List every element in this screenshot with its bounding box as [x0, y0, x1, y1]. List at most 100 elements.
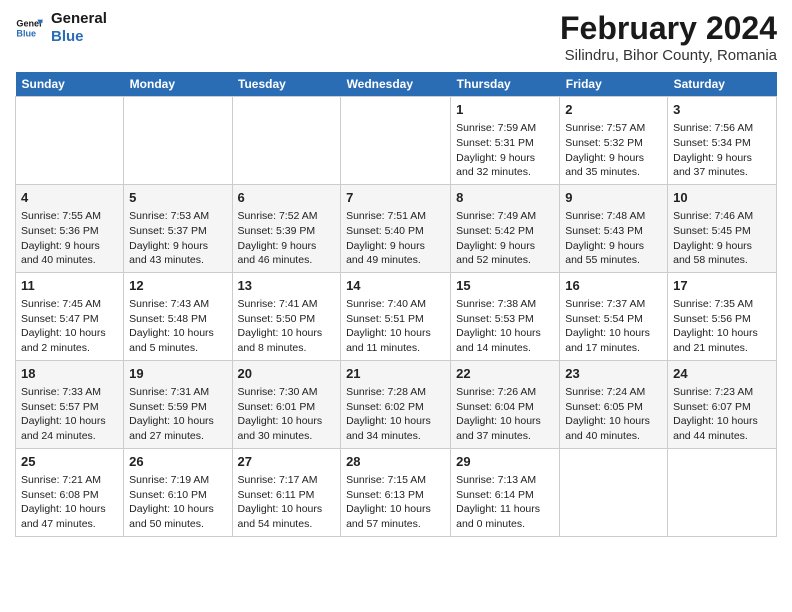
- cell-content: Sunrise: 7:59 AMSunset: 5:31 PMDaylight:…: [456, 121, 554, 180]
- logo-icon: General Blue: [15, 14, 43, 42]
- cell-content: Sunrise: 7:41 AMSunset: 5:50 PMDaylight:…: [238, 297, 336, 356]
- cell-content: Sunrise: 7:40 AMSunset: 5:51 PMDaylight:…: [346, 297, 445, 356]
- week-row-3: 11Sunrise: 7:45 AMSunset: 5:47 PMDayligh…: [16, 272, 777, 360]
- day-number: 29: [456, 453, 554, 471]
- calendar-cell: 26 Sunrise: 7:19 AMSunset: 6:10 PMDayligh…: [124, 448, 232, 536]
- calendar-cell: 19 Sunrise: 7:31 AMSunset: 5:59 PMDayligh…: [124, 360, 232, 448]
- week-row-1: 1 Sunrise: 7:59 AMSunset: 5:31 PMDaylight…: [16, 97, 777, 185]
- day-header-wednesday: Wednesday: [341, 72, 451, 97]
- cell-content: Sunrise: 7:52 AMSunset: 5:39 PMDaylight:…: [238, 209, 336, 268]
- cell-content: Sunrise: 7:35 AMSunset: 5:56 PMDaylight:…: [673, 297, 771, 356]
- calendar-cell: 1 Sunrise: 7:59 AMSunset: 5:31 PMDaylight…: [451, 97, 560, 185]
- calendar-cell: 29Sunrise: 7:13 AMSunset: 6:14 PMDayligh…: [451, 448, 560, 536]
- day-number: 9: [565, 189, 662, 207]
- calendar-cell: 6 Sunrise: 7:52 AMSunset: 5:39 PMDaylight…: [232, 184, 341, 272]
- cell-content: Sunrise: 7:24 AMSunset: 6:05 PMDaylight:…: [565, 385, 662, 444]
- cell-content: Sunrise: 7:57 AMSunset: 5:32 PMDaylight:…: [565, 121, 662, 180]
- cell-content: Sunrise: 7:33 AMSunset: 5:57 PMDaylight:…: [21, 385, 118, 444]
- day-number: 22: [456, 365, 554, 383]
- cell-content: Sunrise: 7:46 AMSunset: 5:45 PMDaylight:…: [673, 209, 771, 268]
- calendar-cell: 4 Sunrise: 7:55 AMSunset: 5:36 PMDaylight…: [16, 184, 124, 272]
- subtitle: Silindru, Bihor County, Romania: [560, 47, 777, 64]
- day-number: 28: [346, 453, 445, 471]
- calendar-cell: 12 Sunrise: 7:43 AMSunset: 5:48 PMDayligh…: [124, 272, 232, 360]
- day-number: 18: [21, 365, 118, 383]
- day-number: 10: [673, 189, 771, 207]
- calendar-cell: 28 Sunrise: 7:15 AMSunset: 6:13 PMDayligh…: [341, 448, 451, 536]
- calendar-cell: [16, 97, 124, 185]
- calendar-cell: 15 Sunrise: 7:38 AMSunset: 5:53 PMDayligh…: [451, 272, 560, 360]
- day-number: 21: [346, 365, 445, 383]
- calendar-cell: 10 Sunrise: 7:46 AMSunset: 5:45 PMDayligh…: [668, 184, 777, 272]
- calendar-cell: 7 Sunrise: 7:51 AMSunset: 5:40 PMDaylight…: [341, 184, 451, 272]
- cell-content: Sunrise: 7:17 AMSunset: 6:11 PMDaylight:…: [238, 473, 336, 532]
- calendar-cell: 25 Sunrise: 7:21 AMSunset: 6:08 PMDayligh…: [16, 448, 124, 536]
- cell-content: Sunrise: 7:51 AMSunset: 5:40 PMDaylight:…: [346, 209, 445, 268]
- day-number: 25: [21, 453, 118, 471]
- calendar-cell: 21 Sunrise: 7:28 AMSunset: 6:02 PMDayligh…: [341, 360, 451, 448]
- day-header-monday: Monday: [124, 72, 232, 97]
- calendar-cell: 14 Sunrise: 7:40 AMSunset: 5:51 PMDayligh…: [341, 272, 451, 360]
- header-row: SundayMondayTuesdayWednesdayThursdayFrid…: [16, 72, 777, 97]
- cell-content: Sunrise: 7:26 AMSunset: 6:04 PMDaylight:…: [456, 385, 554, 444]
- logo: General Blue General Blue: [15, 10, 107, 46]
- cell-content: Sunrise: 7:53 AMSunset: 5:37 PMDaylight:…: [129, 209, 226, 268]
- day-number: 26: [129, 453, 226, 471]
- calendar-cell: 20 Sunrise: 7:30 AMSunset: 6:01 PMDayligh…: [232, 360, 341, 448]
- day-number: 20: [238, 365, 336, 383]
- cell-content: Sunrise: 7:28 AMSunset: 6:02 PMDaylight:…: [346, 385, 445, 444]
- calendar-cell: 11Sunrise: 7:45 AMSunset: 5:47 PMDayligh…: [16, 272, 124, 360]
- day-number: 12: [129, 277, 226, 295]
- day-number: 16: [565, 277, 662, 295]
- cell-content: Sunrise: 7:15 AMSunset: 6:13 PMDaylight:…: [346, 473, 445, 532]
- calendar-cell: 5 Sunrise: 7:53 AMSunset: 5:37 PMDaylight…: [124, 184, 232, 272]
- calendar-cell: 13 Sunrise: 7:41 AMSunset: 5:50 PMDayligh…: [232, 272, 341, 360]
- day-number: 2: [565, 101, 662, 119]
- day-number: 15: [456, 277, 554, 295]
- day-number: 7: [346, 189, 445, 207]
- day-header-saturday: Saturday: [668, 72, 777, 97]
- week-row-5: 25 Sunrise: 7:21 AMSunset: 6:08 PMDayligh…: [16, 448, 777, 536]
- day-number: 19: [129, 365, 226, 383]
- day-number: 27: [238, 453, 336, 471]
- cell-content: Sunrise: 7:43 AMSunset: 5:48 PMDaylight:…: [129, 297, 226, 356]
- calendar-cell: 3Sunrise: 7:56 AMSunset: 5:34 PMDaylight…: [668, 97, 777, 185]
- day-number: 11: [21, 277, 118, 295]
- calendar-table: SundayMondayTuesdayWednesdayThursdayFrid…: [15, 72, 777, 537]
- day-number: 14: [346, 277, 445, 295]
- day-header-friday: Friday: [560, 72, 668, 97]
- week-row-4: 18 Sunrise: 7:33 AMSunset: 5:57 PMDayligh…: [16, 360, 777, 448]
- calendar-cell: 23 Sunrise: 7:24 AMSunset: 6:05 PMDayligh…: [560, 360, 668, 448]
- day-number: 4: [21, 189, 118, 207]
- day-number: 5: [129, 189, 226, 207]
- calendar-body: 1 Sunrise: 7:59 AMSunset: 5:31 PMDaylight…: [16, 97, 777, 537]
- cell-content: Sunrise: 7:56 AMSunset: 5:34 PMDaylight:…: [673, 121, 771, 180]
- cell-content: Sunrise: 7:55 AMSunset: 5:36 PMDaylight:…: [21, 209, 118, 268]
- day-number: 8: [456, 189, 554, 207]
- cell-content: Sunrise: 7:31 AMSunset: 5:59 PMDaylight:…: [129, 385, 226, 444]
- day-number: 13: [238, 277, 336, 295]
- calendar-cell: 22 Sunrise: 7:26 AMSunset: 6:04 PMDayligh…: [451, 360, 560, 448]
- day-header-tuesday: Tuesday: [232, 72, 341, 97]
- day-number: 1: [456, 101, 554, 119]
- day-number: 6: [238, 189, 336, 207]
- calendar-cell: [341, 97, 451, 185]
- calendar-cell: 8Sunrise: 7:49 AMSunset: 5:42 PMDaylight…: [451, 184, 560, 272]
- cell-content: Sunrise: 7:21 AMSunset: 6:08 PMDaylight:…: [21, 473, 118, 532]
- cell-content: Sunrise: 7:37 AMSunset: 5:54 PMDaylight:…: [565, 297, 662, 356]
- calendar-cell: 16 Sunrise: 7:37 AMSunset: 5:54 PMDayligh…: [560, 272, 668, 360]
- main-title: February 2024: [560, 10, 777, 47]
- day-number: 17: [673, 277, 771, 295]
- day-number: 23: [565, 365, 662, 383]
- cell-content: Sunrise: 7:30 AMSunset: 6:01 PMDaylight:…: [238, 385, 336, 444]
- calendar-cell: 17 Sunrise: 7:35 AMSunset: 5:56 PMDayligh…: [668, 272, 777, 360]
- calendar-cell: 24Sunrise: 7:23 AMSunset: 6:07 PMDayligh…: [668, 360, 777, 448]
- week-row-2: 4 Sunrise: 7:55 AMSunset: 5:36 PMDaylight…: [16, 184, 777, 272]
- cell-content: Sunrise: 7:23 AMSunset: 6:07 PMDaylight:…: [673, 385, 771, 444]
- cell-content: Sunrise: 7:48 AMSunset: 5:43 PMDaylight:…: [565, 209, 662, 268]
- cell-content: Sunrise: 7:38 AMSunset: 5:53 PMDaylight:…: [456, 297, 554, 356]
- calendar-cell: 18 Sunrise: 7:33 AMSunset: 5:57 PMDayligh…: [16, 360, 124, 448]
- title-section: February 2024 Silindru, Bihor County, Ro…: [560, 10, 777, 64]
- calendar-cell: 27 Sunrise: 7:17 AMSunset: 6:11 PMDayligh…: [232, 448, 341, 536]
- cell-content: Sunrise: 7:19 AMSunset: 6:10 PMDaylight:…: [129, 473, 226, 532]
